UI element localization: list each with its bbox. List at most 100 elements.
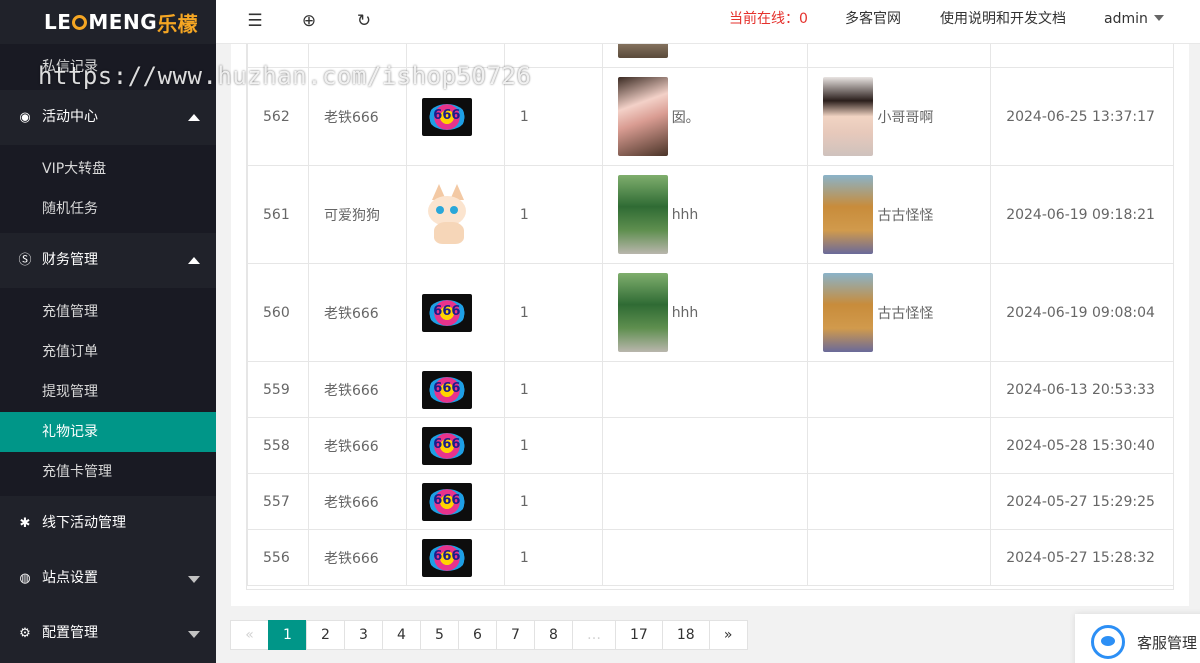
- page-button-2[interactable]: 2: [306, 620, 345, 650]
- logo-prefix: LE: [44, 10, 72, 34]
- sidebar-group-label: 财务管理: [42, 252, 98, 268]
- table-row-partial: [247, 44, 1173, 68]
- dollar-icon: Ⓢ: [18, 253, 32, 268]
- logo-cn: 乐檬: [157, 11, 199, 36]
- to-avatar: [823, 77, 874, 156]
- sender-name: 老铁666: [307, 263, 407, 362]
- record-id: 558: [247, 417, 309, 474]
- online-label: 当前在线：: [729, 11, 799, 27]
- gear-icon: ⚙: [19, 626, 31, 641]
- sender-name: 老铁666: [307, 417, 407, 474]
- admin-name: admin: [1104, 11, 1148, 27]
- to-name: 古古怪怪: [877, 207, 934, 224]
- page-button-7[interactable]: 7: [496, 620, 535, 650]
- sender-name: 老铁666: [307, 529, 407, 586]
- record-id: 561: [247, 165, 309, 264]
- record-time: 2024-06-19 09:08:04: [990, 263, 1173, 362]
- sidebar-item-random-task[interactable]: 随机任务: [0, 189, 216, 229]
- to-name: 小哥哥啊: [877, 109, 934, 126]
- sender-name: 老铁666: [307, 473, 407, 530]
- customer-service-widget[interactable]: 客服管理: [1075, 614, 1200, 663]
- page-button-3[interactable]: 3: [344, 620, 383, 650]
- page-button-17[interactable]: 17: [615, 620, 663, 650]
- gift-quantity: 1: [503, 361, 603, 418]
- record-id: 559: [247, 361, 309, 418]
- table-row: 558 老铁666 666 1 2024-05-28 15:30:40: [247, 417, 1173, 474]
- headset-icon: [1091, 625, 1125, 659]
- page-button-4[interactable]: 4: [382, 620, 421, 650]
- from-name: hhh: [671, 206, 699, 223]
- docs-link[interactable]: 使用说明和开发文档: [940, 0, 1066, 44]
- sidebar-item-recharge[interactable]: 充值管理: [0, 292, 216, 332]
- page-button-1[interactable]: 1: [268, 620, 307, 650]
- sidebar-group-label: 配置管理: [42, 625, 98, 641]
- page-button-6[interactable]: 6: [458, 620, 497, 650]
- activity-icon: ◉: [19, 110, 31, 125]
- gift-quantity: 1: [503, 417, 603, 474]
- sidebar-item-vip-wheel[interactable]: VIP大转盘: [0, 149, 216, 189]
- official-site-link[interactable]: 多客官网: [845, 0, 901, 44]
- chevron-down-icon: [188, 576, 200, 583]
- sidebar-group-config[interactable]: ⚙ 配置管理: [0, 606, 216, 661]
- sender-name: 可爱狗狗: [307, 165, 407, 264]
- chevron-down-icon: [188, 631, 200, 638]
- page-button-18[interactable]: 18: [661, 620, 710, 650]
- record-id: 560: [247, 263, 309, 362]
- menu-collapse-icon[interactable]: ☰: [244, 10, 266, 32]
- pagination: « 1 2 3 4 5 6 7 8 … 17 18 »: [230, 620, 748, 650]
- sidebar-group-site[interactable]: ◍ 站点设置: [0, 551, 216, 606]
- palm-icon: ✱: [19, 516, 31, 531]
- prev-page-button[interactable]: «: [230, 620, 269, 650]
- logo[interactable]: LE MENG 乐檬: [0, 0, 216, 44]
- sidebar-item-recharge-orders[interactable]: 充值订单: [0, 332, 216, 372]
- gift-666-image: 666: [421, 482, 472, 521]
- sidebar-group-label: 线下活动管理: [42, 515, 126, 531]
- sidebar-group-activity[interactable]: ◉ 活动中心: [0, 90, 216, 145]
- gift-666-image: 666: [421, 97, 472, 136]
- chevron-up-icon: [188, 114, 200, 121]
- gift-quantity: 1: [503, 263, 603, 362]
- gift-dog-image: [422, 183, 478, 246]
- chevron-up-icon: [188, 257, 200, 264]
- page-button-5[interactable]: 5: [420, 620, 459, 650]
- logo-ring-icon: [72, 14, 88, 30]
- refresh-icon[interactable]: ↻: [353, 10, 375, 32]
- record-time: 2024-06-13 20:53:33: [990, 361, 1173, 418]
- gift-666-image: 666: [421, 293, 472, 332]
- sidebar-item-gift-records[interactable]: 礼物记录: [0, 412, 216, 452]
- globe-icon[interactable]: ⊕: [298, 10, 320, 32]
- record-id: 556: [247, 529, 309, 586]
- nav-sub-activity: VIP大转盘 随机任务: [0, 145, 216, 233]
- nav-sub-top: 私信记录: [0, 44, 216, 90]
- sidebar: LE MENG 乐檬 私信记录 ◉ 活动中心 VIP大转盘 随机任务 Ⓢ 财务管理 …: [0, 0, 216, 663]
- record-id: 562: [247, 67, 309, 166]
- sidebar-item-card-management[interactable]: 充值卡管理: [0, 452, 216, 492]
- sidebar-group-finance[interactable]: Ⓢ 财务管理: [0, 233, 216, 288]
- admin-menu[interactable]: admin: [1104, 0, 1164, 44]
- from-name: 囡。: [671, 109, 700, 126]
- record-time: 2024-06-19 09:18:21: [990, 165, 1173, 264]
- record-time: 2024-05-27 15:29:25: [990, 473, 1173, 530]
- table-row: 561 可爱狗狗 1 hhh 古古怪怪 2024-06-19 09:18:21: [247, 165, 1173, 264]
- sidebar-group-offline[interactable]: ✱ 线下活动管理: [0, 496, 216, 551]
- gift-quantity: 1: [503, 67, 603, 166]
- page-button-8[interactable]: 8: [534, 620, 573, 650]
- gift-records-table: 562 老铁666 666 1 囡。 小哥哥啊 2024-06-25 13:37…: [246, 44, 1174, 590]
- sidebar-item-withdraw[interactable]: 提现管理: [0, 372, 216, 412]
- gift-quantity: 1: [503, 165, 603, 264]
- from-avatar: [617, 175, 668, 254]
- sidebar-item-messages[interactable]: 私信记录: [0, 44, 216, 90]
- from-avatar: [617, 77, 668, 156]
- gift-quantity: 1: [503, 473, 603, 530]
- record-time: 2024-05-28 15:30:40: [990, 417, 1173, 474]
- record-time: 2024-06-25 13:37:17: [990, 67, 1173, 166]
- online-count: 0: [799, 11, 808, 27]
- sender-name: 老铁666: [307, 67, 407, 166]
- next-page-button[interactable]: »: [708, 620, 748, 650]
- table-row: 557 老铁666 666 1 2024-05-27 15:29:25: [247, 473, 1173, 530]
- partial-photo: [617, 44, 668, 58]
- chevron-down-icon: [1153, 15, 1164, 21]
- to-name: 古古怪怪: [877, 305, 934, 322]
- table-row: 562 老铁666 666 1 囡。 小哥哥啊 2024-06-25 13:37…: [247, 67, 1173, 166]
- from-avatar: [617, 273, 668, 352]
